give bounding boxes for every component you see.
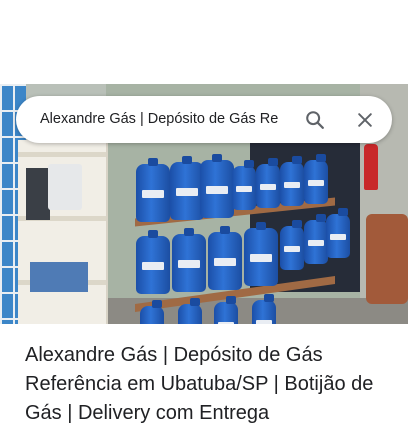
close-icon [358, 113, 372, 127]
photo-water-jug [170, 156, 204, 220]
search-button[interactable] [300, 105, 330, 135]
photo-water-jug [140, 300, 164, 324]
search-bar[interactable]: Alexandre Gás | Depósito de Gás Re [16, 96, 392, 143]
photo-water-jug [232, 160, 256, 210]
result-title[interactable]: Alexandre Gás | Depósito de Gás Referênc… [25, 341, 395, 428]
photo-water-jug [214, 296, 238, 324]
photo-fire-extinguisher [364, 144, 378, 190]
photo-water-jug [200, 154, 234, 218]
photo-water-jug [172, 228, 206, 292]
photo-water-jug [136, 230, 170, 294]
photo-water-jug [304, 214, 328, 264]
photo-water-jug [252, 294, 276, 324]
photo-water-jug [304, 154, 328, 204]
photo-water-jug [208, 226, 242, 290]
photo-water-jug [326, 208, 350, 258]
photo-sacks [366, 214, 408, 304]
clear-button[interactable] [350, 105, 380, 135]
photo-water-jug [256, 158, 280, 208]
photo-dispenser [48, 164, 82, 210]
photo-shelf [18, 152, 106, 157]
photo-box [30, 262, 88, 292]
photo-water-jug [280, 156, 304, 206]
search-input[interactable]: Alexandre Gás | Depósito de Gás Re [40, 96, 302, 143]
photo-water-jug [178, 298, 202, 324]
photo-water-jug [244, 222, 278, 286]
photo-dispenser-dark [26, 168, 50, 220]
photo-water-jug [280, 220, 304, 270]
search-icon [306, 111, 324, 129]
top-blank-area [0, 0, 408, 84]
photo-water-jug [136, 158, 170, 222]
